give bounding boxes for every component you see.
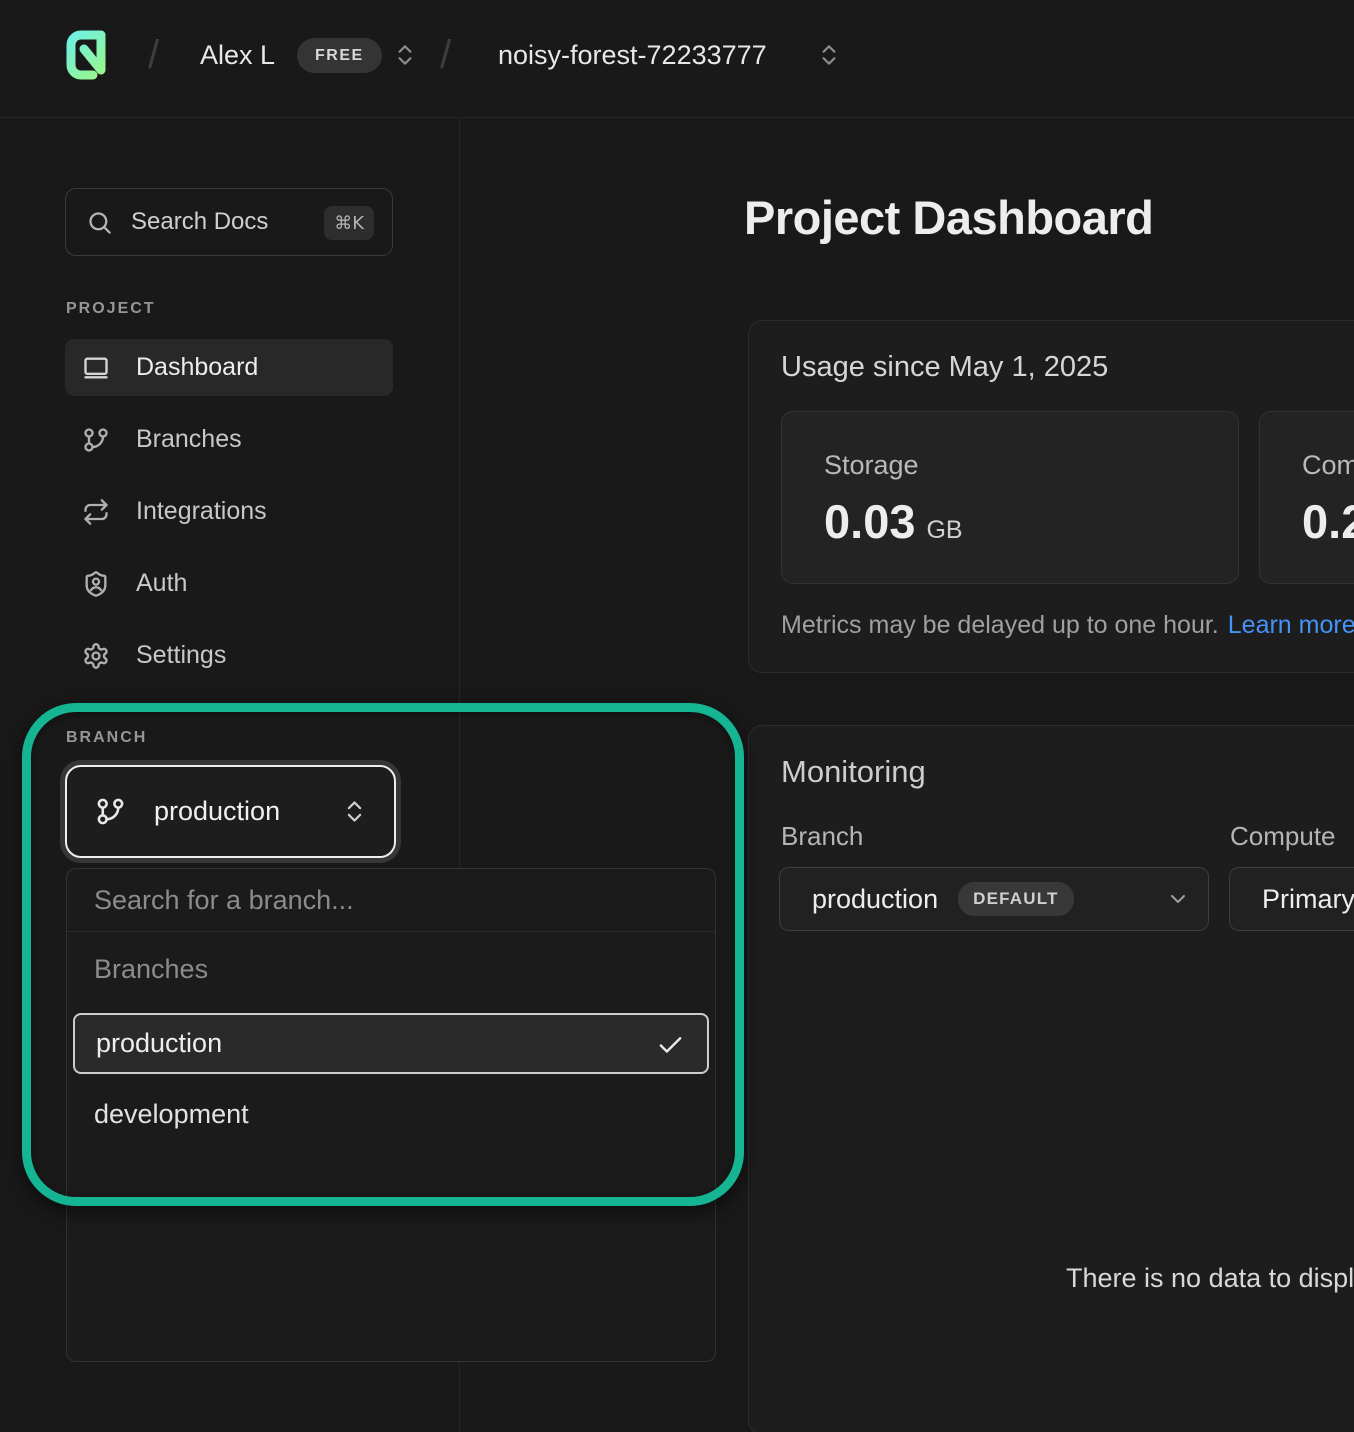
sidebar-item-branches[interactable]: Branches <box>65 411 393 468</box>
monitoring-title: Monitoring <box>781 754 926 790</box>
search-icon <box>86 209 113 236</box>
compute-metric-card: Compute 0.2 <box>1259 411 1354 584</box>
metrics-footnote: Metrics may be delayed up to one hour.Le… <box>781 611 1354 640</box>
check-icon <box>656 1031 685 1067</box>
auth-shield-icon <box>82 570 112 598</box>
neon-logo-icon[interactable] <box>63 27 119 83</box>
project-nav: Dashboard Branches Integrations Auth <box>65 339 393 699</box>
org-name[interactable]: Alex L <box>200 40 275 71</box>
breadcrumb-separator: / <box>440 33 451 78</box>
metric-value: 0.2 <box>1302 494 1354 549</box>
monitoring-card: Monitoring Branch Compute production DEF… <box>748 725 1354 1432</box>
chevron-down-icon <box>1166 887 1190 911</box>
metric-value: 0.03 <box>824 494 915 549</box>
branch-option-label: production <box>96 1028 222 1059</box>
sidebar-item-settings[interactable]: Settings <box>65 627 393 684</box>
chevrons-up-down-icon <box>341 798 368 825</box>
sidebar-item-label: Auth <box>136 569 187 598</box>
dashboard-icon <box>82 354 112 382</box>
page-title: Project Dashboard <box>744 190 1153 245</box>
neon-console-page: / Alex L FREE / noisy-forest-72233777 Se… <box>0 0 1354 1432</box>
sidebar-item-auth[interactable]: Auth <box>65 555 393 612</box>
branch-selector[interactable]: production <box>65 765 396 858</box>
metric-label: Compute <box>1302 450 1354 481</box>
sidebar-item-dashboard[interactable]: Dashboard <box>65 339 393 396</box>
breadcrumb-separator: / <box>148 33 159 78</box>
search-docs-label: Search Docs <box>131 208 268 236</box>
sidebar-item-label: Integrations <box>136 497 267 526</box>
branch-option-development[interactable]: development <box>73 1084 709 1145</box>
monitoring-branch-select[interactable]: production DEFAULT <box>779 867 1209 931</box>
compute-field-label: Compute <box>1230 821 1336 852</box>
plan-badge: FREE <box>297 38 382 73</box>
search-shortcut-badge: ⌘K <box>324 206 374 240</box>
search-docs-button[interactable]: Search Docs ⌘K <box>65 188 393 256</box>
branch-option-production[interactable]: production <box>73 1013 709 1074</box>
integrations-icon <box>82 498 112 526</box>
usage-card-title: Usage since May 1, 2025 <box>781 351 1108 384</box>
gear-icon <box>82 642 112 670</box>
usage-card: Usage since May 1, 2025 Storage 0.03 GB … <box>748 320 1354 673</box>
metric-unit: GB <box>926 516 962 545</box>
org-switcher-chevrons-icon[interactable] <box>392 42 418 73</box>
no-data-message: There is no data to display <box>1066 1263 1354 1294</box>
learn-more-link[interactable]: Learn more <box>1228 611 1354 639</box>
branch-group-label: Branches <box>94 954 688 985</box>
sidebar-item-integrations[interactable]: Integrations <box>65 483 393 540</box>
sidebar-item-label: Branches <box>136 425 242 454</box>
monitoring-branch-value: production <box>812 884 938 915</box>
branch-dropdown-panel: Branches production development <box>66 868 716 1362</box>
storage-metric-card: Storage 0.03 GB <box>781 411 1239 584</box>
branch-section-label: BRANCH <box>66 729 147 747</box>
default-badge: DEFAULT <box>958 882 1074 916</box>
branch-search-input[interactable] <box>67 869 715 932</box>
sidebar-item-label: Settings <box>136 641 226 670</box>
monitoring-compute-select[interactable]: Primary <box>1229 867 1354 931</box>
git-branch-icon <box>82 426 112 454</box>
branch-field-label: Branch <box>781 821 863 852</box>
monitoring-compute-value: Primary <box>1262 884 1354 915</box>
project-name[interactable]: noisy-forest-72233777 <box>498 40 767 71</box>
branch-option-label: development <box>94 1099 249 1130</box>
branch-selector-value: production <box>154 796 280 827</box>
metric-label: Storage <box>824 450 919 481</box>
project-switcher-chevrons-icon[interactable] <box>816 42 842 73</box>
git-branch-icon <box>95 796 126 827</box>
project-section-label: PROJECT <box>66 300 156 318</box>
top-bar: / Alex L FREE / noisy-forest-72233777 <box>0 0 1354 118</box>
sidebar-item-label: Dashboard <box>136 353 258 382</box>
